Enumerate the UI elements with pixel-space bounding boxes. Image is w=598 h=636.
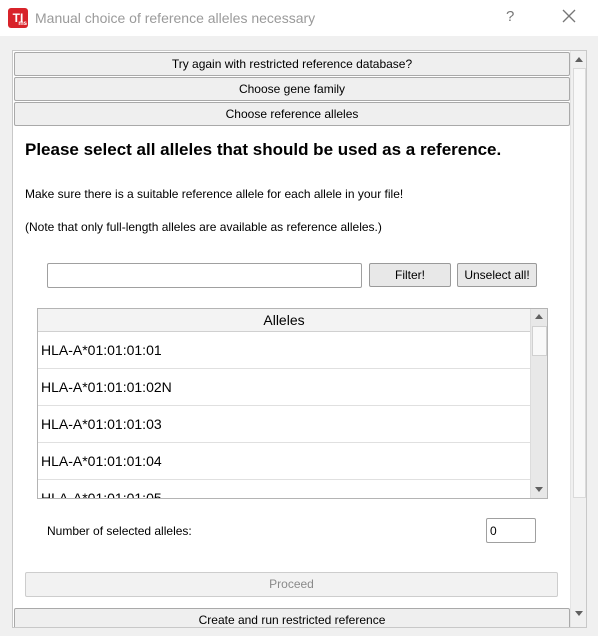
unselect-all-button[interactable]: Unselect all! [457, 263, 537, 287]
window-title: Manual choice of reference alleles neces… [35, 10, 316, 26]
scroll-down-icon[interactable] [535, 487, 543, 492]
list-item[interactable]: HLA-A*01:01:01:04 [38, 443, 530, 480]
close-icon[interactable] [562, 9, 576, 23]
alleles-list-scroll-thumb[interactable] [532, 326, 547, 356]
app-logo-icon: TI ms [8, 8, 28, 28]
app-logo-subtext: ms [18, 21, 27, 27]
frame-scrollbar[interactable] [570, 51, 586, 627]
choose-reference-alleles-button[interactable]: Choose reference alleles [14, 102, 570, 126]
selected-count-field[interactable] [486, 518, 536, 543]
alleles-list-scrollbar[interactable] [530, 309, 547, 498]
note-text: (Note that only full-length alleles are … [25, 220, 382, 234]
alleles-list-header[interactable]: Alleles [38, 309, 530, 332]
content-frame: Try again with restricted reference data… [12, 50, 587, 628]
instruction-text: Make sure there is a suitable reference … [25, 187, 404, 201]
title-bar: TI ms Manual choice of reference alleles… [0, 0, 598, 36]
help-button[interactable]: ? [506, 8, 514, 25]
proceed-button[interactable]: Proceed [25, 572, 558, 597]
create-and-run-button[interactable]: Create and run restricted reference [14, 608, 570, 627]
filter-input[interactable] [47, 263, 362, 288]
choose-gene-family-button[interactable]: Choose gene family [14, 77, 570, 101]
scroll-up-icon[interactable] [535, 314, 543, 319]
list-item[interactable]: HLA-A*01:01:01:03 [38, 406, 530, 443]
page-title: Please select all alleles that should be… [25, 140, 502, 159]
alleles-list[interactable]: Alleles HLA-A*01:01:01:01 HLA-A*01:01:01… [37, 308, 548, 499]
scroll-down-icon[interactable] [575, 611, 583, 616]
list-item[interactable]: HLA-A*01:01:01:01 [38, 332, 530, 369]
scroll-up-icon[interactable] [575, 57, 583, 62]
try-again-restricted-button[interactable]: Try again with restricted reference data… [14, 52, 570, 76]
list-item[interactable]: HLA-A*01:01:01:02N [38, 369, 530, 406]
selected-count-label: Number of selected alleles: [47, 524, 192, 538]
list-item[interactable]: HLA-A*01:01:01:05 [38, 480, 530, 498]
frame-scroll-thumb[interactable] [573, 68, 586, 498]
filter-button[interactable]: Filter! [369, 263, 451, 287]
